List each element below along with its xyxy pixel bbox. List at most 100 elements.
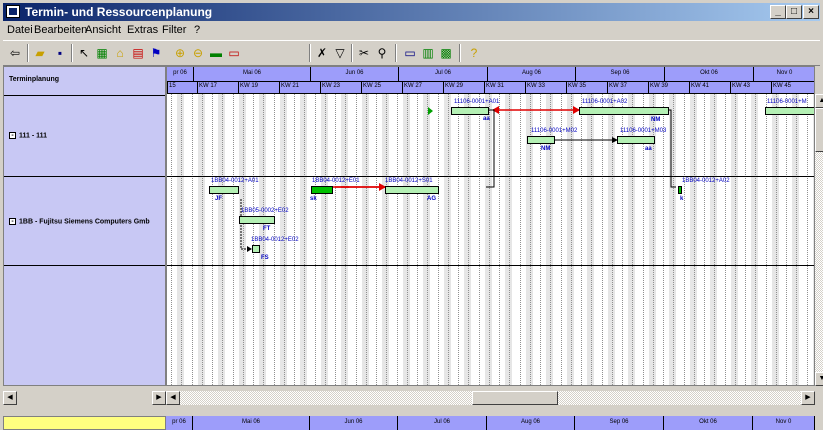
resource-code: sk bbox=[310, 196, 317, 202]
minimize-button[interactable]: _ bbox=[770, 5, 786, 19]
menu-bearbeiten[interactable]: Bearbeiten bbox=[34, 24, 87, 36]
bar-label: 11106-0001+A02 bbox=[582, 99, 628, 105]
gantt-chart[interactable]: pr 06 Mai 06 Jun 06 Jul 06 Aug 06 Sep 06… bbox=[166, 66, 815, 386]
bar-label: 11106-0001+M bbox=[767, 99, 807, 105]
bar-label: 1BB04-0012+S01 bbox=[385, 178, 433, 184]
bar-label: 1BB04-0012+A02 bbox=[682, 178, 730, 184]
horizontal-scroll-thumb[interactable] bbox=[472, 391, 558, 405]
zoom-in-icon[interactable]: ⊕ bbox=[171, 45, 189, 61]
resource-code: JF bbox=[215, 196, 223, 202]
view-b-icon[interactable]: ▥ bbox=[419, 45, 437, 61]
resource-icon[interactable]: ⚑ bbox=[147, 45, 165, 61]
open-folder-icon[interactable]: ▰ bbox=[31, 45, 49, 61]
title-bar[interactable]: Termin- und Ressourcenplanung _ □ × bbox=[3, 3, 820, 21]
month-header: Jun 06 bbox=[310, 416, 398, 430]
filter-icon[interactable]: ✗ bbox=[313, 45, 331, 61]
left-header-label: Terminplanung bbox=[9, 76, 60, 83]
month-header: Okt 06 bbox=[664, 416, 753, 430]
collapse-icon[interactable]: - bbox=[9, 218, 16, 225]
select-icon[interactable]: ▦ bbox=[93, 45, 111, 61]
menu-help[interactable]: ? bbox=[194, 24, 200, 36]
month-header: Nov 0 bbox=[753, 416, 815, 430]
gantt-bar-1bb04-a01[interactable] bbox=[209, 186, 239, 194]
tools-icon[interactable]: ✂ bbox=[355, 45, 373, 61]
menu-filter[interactable]: Filter bbox=[162, 24, 186, 36]
menu-bar: Datei Bearbeiten Ansicht Extras Filter ? bbox=[3, 22, 820, 39]
bar-label: 1BB04-0012+A01 bbox=[211, 178, 259, 184]
left-panel: Terminplanung -111 - 111 -1BB - Fujitsu … bbox=[3, 66, 166, 386]
scroll-right-arrow-icon[interactable]: ▶ bbox=[801, 391, 815, 405]
scroll-right-arrow-icon[interactable]: ▶ bbox=[152, 391, 166, 405]
bottom-timeline-strip: pr 06 Mai 06 Jun 06 Jul 06 Aug 06 Sep 06… bbox=[166, 416, 815, 430]
dependency-link bbox=[663, 109, 676, 188]
month-header: Aug 06 bbox=[487, 416, 575, 430]
toolbar-separator bbox=[309, 44, 311, 62]
menu-ansicht[interactable]: Ansicht bbox=[85, 24, 121, 36]
menu-extras[interactable]: Extras bbox=[127, 24, 158, 36]
gantt-bar-11106-a01[interactable] bbox=[451, 107, 489, 115]
gantt-bar-1bb04-e01[interactable] bbox=[311, 186, 333, 194]
view-c-icon[interactable]: ▩ bbox=[437, 45, 455, 61]
scroll-left-arrow-icon[interactable]: ◀ bbox=[166, 391, 180, 405]
filter-edit-icon[interactable]: ⚲ bbox=[373, 45, 391, 61]
chart-icon[interactable]: ▬ bbox=[207, 45, 225, 61]
window-title: Termin- und Ressourcenplanung bbox=[25, 5, 213, 19]
gantt-bar-1bb05-e02[interactable] bbox=[239, 216, 275, 224]
bottom-left-panel bbox=[3, 416, 166, 430]
toolbar-separator bbox=[395, 44, 397, 62]
pointer-icon[interactable]: ↖ bbox=[75, 45, 93, 61]
left-scroll-track[interactable] bbox=[17, 391, 150, 405]
toolbar-separator bbox=[459, 44, 461, 62]
bar-label: 1BB04-0012+E01 bbox=[312, 178, 360, 184]
milestone-marker-icon bbox=[428, 107, 433, 115]
left-panel-header: Terminplanung bbox=[4, 67, 165, 96]
chart-horizontal-scrollbar[interactable]: ◀ ▶ bbox=[166, 391, 815, 405]
group-row-1bb[interactable]: -1BB - Fujitsu Siemens Computers Gmb bbox=[4, 177, 165, 266]
group-row-label: -111 - 111 bbox=[9, 132, 47, 139]
gantt-bar-1bb04-s01[interactable] bbox=[385, 186, 439, 194]
gantt-bar-1bb04-e02[interactable] bbox=[252, 245, 260, 253]
toolbar-separator bbox=[27, 44, 29, 62]
zoom-out-icon[interactable]: ⊖ bbox=[189, 45, 207, 61]
link-icon[interactable]: ⌂ bbox=[111, 45, 129, 61]
group-row-111[interactable]: -111 - 111 bbox=[4, 96, 165, 177]
gantt-bar-11106-m[interactable] bbox=[765, 107, 814, 115]
toolbar-separator bbox=[351, 44, 353, 62]
exit-icon[interactable]: ⇦ bbox=[6, 45, 24, 61]
resource-code: k bbox=[680, 196, 684, 202]
gantt-bar-11106-a02[interactable] bbox=[579, 107, 669, 115]
desktop-background bbox=[823, 0, 837, 430]
resource-code: NM bbox=[651, 117, 661, 123]
group-row-label: -1BB - Fujitsu Siemens Computers Gmb bbox=[9, 218, 150, 225]
maximize-button[interactable]: □ bbox=[786, 5, 802, 19]
application-window: Termin- und Ressourcenplanung _ □ × Date… bbox=[0, 0, 829, 430]
toolbar: ⇦ ▰ ▪ ↖ ▦ ⌂ ▤ ⚑ ⊕ ⊖ ▬ ▭ ✗ ▽ ✂ ⚲ ▭ ▥ ▩ ? bbox=[3, 40, 820, 66]
resource-code: FS bbox=[261, 255, 269, 261]
new-bar-icon[interactable]: ▤ bbox=[129, 45, 147, 61]
bar-label: 1BB04-0012+E02 bbox=[251, 237, 299, 243]
resource-code: aa bbox=[483, 116, 490, 122]
funnel-icon[interactable]: ▽ bbox=[331, 45, 349, 61]
collapse-icon[interactable]: - bbox=[9, 132, 16, 139]
toolbar-separator bbox=[71, 44, 73, 62]
delete-icon[interactable]: ▭ bbox=[225, 45, 243, 61]
dependency-link bbox=[240, 225, 251, 250]
gantt-bar-1bb04-a02[interactable] bbox=[678, 186, 682, 194]
menu-datei[interactable]: Datei bbox=[7, 24, 33, 36]
bar-label: 11106-0001+M02 bbox=[531, 128, 578, 134]
save-icon[interactable]: ▪ bbox=[51, 45, 69, 61]
gantt-bar-11106-m02[interactable] bbox=[527, 136, 555, 144]
group-label-111: 111 - 111 bbox=[19, 132, 48, 140]
view-a-icon[interactable]: ▭ bbox=[401, 45, 419, 61]
help-icon[interactable]: ? bbox=[465, 45, 483, 61]
bar-label: 11106-0001+A01 bbox=[454, 99, 500, 105]
group-label-1bb: 1BB - Fujitsu Siemens Computers Gmb bbox=[19, 218, 150, 226]
month-header: Jul 06 bbox=[398, 416, 487, 430]
month-header: Mai 06 bbox=[193, 416, 310, 430]
close-button[interactable]: × bbox=[803, 5, 819, 19]
gantt-bar-11106-m03[interactable] bbox=[617, 136, 655, 144]
resource-code: FT bbox=[263, 226, 271, 232]
app-icon bbox=[6, 5, 20, 18]
scroll-left-arrow-icon[interactable]: ◀ bbox=[3, 391, 17, 405]
left-horizontal-scrollbar[interactable]: ◀ ▶ bbox=[3, 391, 166, 405]
